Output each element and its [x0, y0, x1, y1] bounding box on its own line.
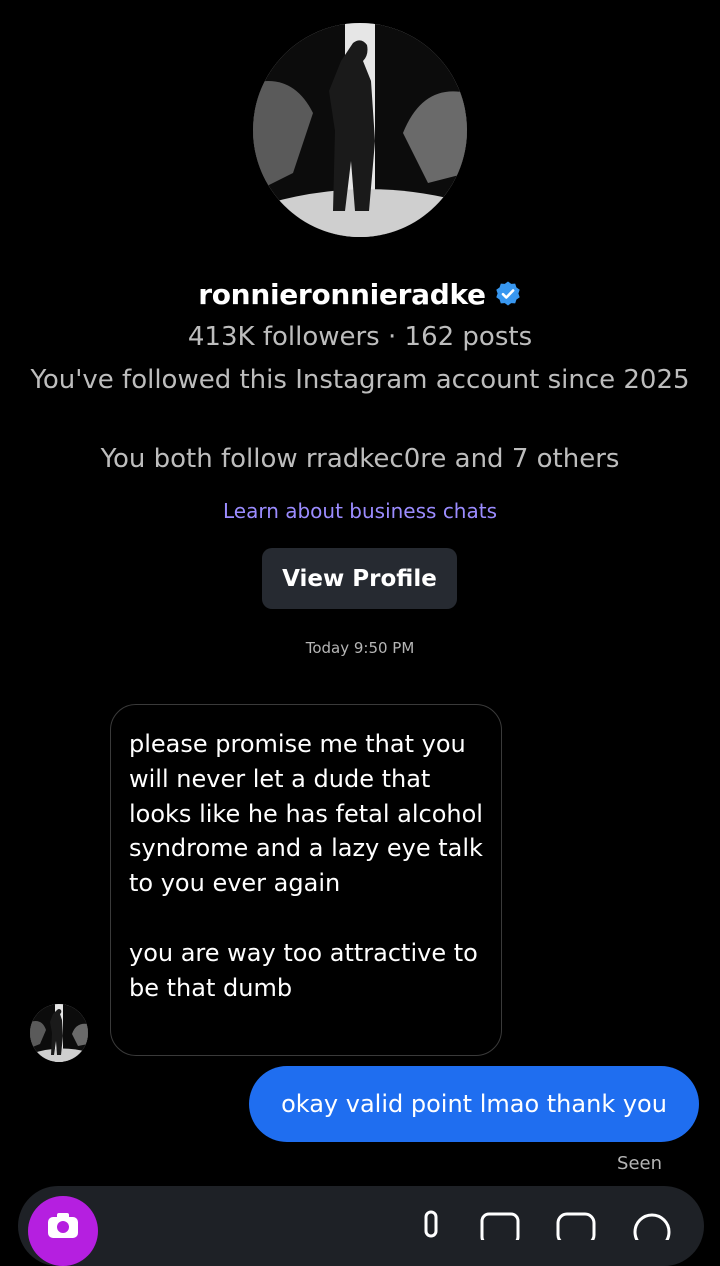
gallery-icon[interactable] [480, 1210, 520, 1240]
camera-button[interactable] [28, 1196, 98, 1266]
mutual-follow-text: You both follow rradkec0re and 7 others [100, 444, 620, 474]
message-timestamp: Today 9:50 PM [305, 639, 415, 657]
sticker-icon[interactable] [556, 1210, 596, 1240]
view-profile-button[interactable]: View Profile [262, 548, 457, 609]
username[interactable]: ronnieronnieradke [198, 278, 486, 311]
username-row: ronnieronnieradke [0, 274, 720, 314]
follow-since-text: You've followed this Instagram account s… [30, 365, 690, 395]
outgoing-message-bubble[interactable]: okay valid point lmao thank you [249, 1066, 699, 1142]
outgoing-message-text: okay valid point lmao thank you [281, 1090, 667, 1118]
camera-icon [48, 1213, 78, 1238]
add-icon[interactable] [632, 1210, 672, 1240]
message-composer[interactable] [18, 1186, 704, 1266]
sender-avatar-image [30, 1004, 88, 1062]
profile-stats: 413K followers · 162 posts [187, 322, 533, 352]
verified-badge-icon [496, 281, 520, 306]
incoming-message-text: please promise me that you will never le… [129, 730, 483, 1002]
profile-avatar-image [253, 23, 467, 237]
sender-avatar[interactable] [30, 1004, 88, 1062]
incoming-message-bubble[interactable]: please promise me that you will never le… [110, 704, 502, 1056]
learn-business-chats-link[interactable]: Learn about business chats [0, 497, 720, 525]
microphone-icon[interactable] [411, 1210, 451, 1240]
seen-status: Seen [617, 1153, 662, 1174]
profile-avatar[interactable] [253, 23, 467, 237]
